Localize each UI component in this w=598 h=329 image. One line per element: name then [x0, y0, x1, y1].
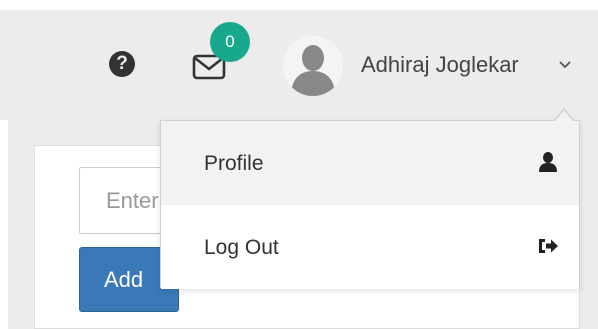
menu-item-profile[interactable]: Profile — [161, 121, 579, 205]
user-menu-toggle[interactable]: Adhiraj Joglekar — [283, 36, 583, 98]
notification-count-badge: 0 — [210, 22, 250, 62]
sign-out-icon — [539, 239, 558, 253]
page: Add ? 0 Adhiraj Joglekar Profile — [0, 0, 598, 329]
user-dropdown-menu: Profile Log Out — [160, 120, 580, 289]
help-icon[interactable]: ? — [109, 51, 135, 77]
default-user-avatar-icon — [283, 36, 343, 96]
chevron-down-icon — [559, 61, 571, 69]
menu-item-label: Log Out — [204, 236, 279, 259]
menu-item-log-out[interactable]: Log Out — [161, 205, 579, 289]
avatar — [283, 36, 343, 96]
menu-item-label: Profile — [204, 152, 264, 175]
user-icon — [539, 152, 557, 172]
user-name: Adhiraj Joglekar — [361, 52, 519, 77]
dropdown-arrow-fill — [554, 110, 574, 122]
